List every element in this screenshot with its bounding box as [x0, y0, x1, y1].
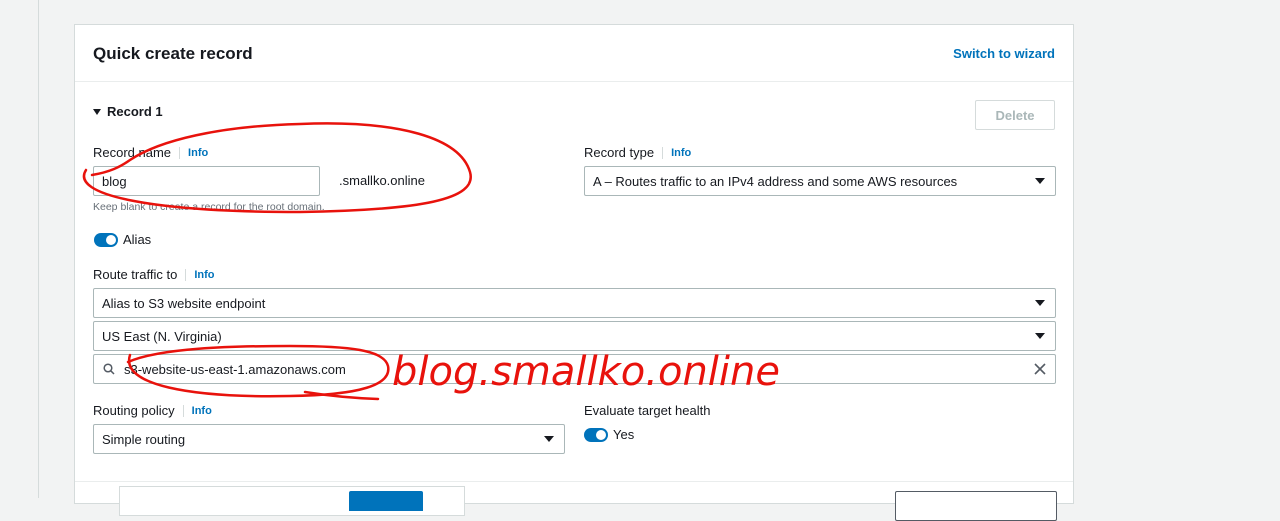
- route-traffic-label-text: Route traffic to: [93, 267, 178, 282]
- endpoint-search-input[interactable]: s3-website-us-east-1.amazonaws.com: [93, 354, 1056, 384]
- evaluate-health-toggle[interactable]: [584, 428, 608, 442]
- chevron-down-icon: [1035, 333, 1045, 339]
- record-type-info-link[interactable]: Info: [662, 146, 691, 159]
- routing-policy-label: Routing policy Info: [93, 403, 212, 418]
- chevron-down-icon: [1035, 300, 1045, 306]
- left-sidebar-strip: [0, 0, 39, 498]
- bottom-secondary-button-partial[interactable]: [895, 491, 1057, 521]
- alias-label: Alias: [123, 232, 152, 247]
- chevron-down-icon: [544, 436, 554, 442]
- domain-suffix: .smallko.online: [339, 173, 425, 188]
- record-name-label-text: Record name: [93, 145, 172, 160]
- quick-create-panel: Quick create record Switch to wizard Rec…: [74, 24, 1074, 521]
- close-icon[interactable]: [1033, 362, 1047, 376]
- region-value: US East (N. Virginia): [102, 328, 222, 344]
- panel-header: Quick create record Switch to wizard: [75, 25, 1073, 82]
- endpoint-value: s3-website-us-east-1.amazonaws.com: [124, 361, 346, 377]
- record-type-value: A – Routes traffic to an IPv4 address an…: [593, 173, 958, 189]
- bottom-primary-button-partial[interactable]: [349, 491, 423, 511]
- route-traffic-info-link[interactable]: Info: [185, 268, 214, 281]
- record-section-label: Record 1: [107, 104, 163, 119]
- chevron-down-icon: [1035, 178, 1045, 184]
- record-name-info-link[interactable]: Info: [179, 146, 208, 159]
- endpoint-type-value: Alias to S3 website endpoint: [102, 295, 266, 311]
- region-select[interactable]: US East (N. Virginia): [93, 321, 1056, 351]
- route-traffic-label: Route traffic to Info: [93, 267, 214, 282]
- delete-button[interactable]: Delete: [975, 100, 1055, 130]
- record-section-toggle[interactable]: Record 1: [93, 104, 163, 119]
- routing-policy-select[interactable]: Simple routing: [93, 424, 565, 454]
- alias-toggle[interactable]: [94, 233, 118, 247]
- caret-down-icon: [93, 108, 101, 115]
- evaluate-health-toggle-label: Yes: [613, 427, 635, 442]
- record-type-label-text: Record type: [584, 145, 655, 160]
- endpoint-type-select[interactable]: Alias to S3 website endpoint: [93, 288, 1056, 318]
- switch-to-wizard-link[interactable]: Switch to wizard: [953, 46, 1055, 61]
- evaluate-health-label: Evaluate target health: [584, 403, 711, 418]
- record-name-input[interactable]: blog: [93, 166, 320, 196]
- record-name-hint: Keep blank to create a record for the ro…: [93, 201, 325, 213]
- record-type-select[interactable]: A – Routes traffic to an IPv4 address an…: [584, 166, 1056, 196]
- routing-policy-info-link[interactable]: Info: [182, 404, 212, 417]
- panel-title: Quick create record: [93, 44, 253, 63]
- record-type-label: Record type Info: [584, 145, 691, 160]
- search-icon: [103, 363, 115, 375]
- record-name-label: Record name Info: [93, 145, 208, 160]
- routing-policy-value: Simple routing: [102, 431, 186, 447]
- routing-policy-label-text: Routing policy: [93, 403, 175, 418]
- bottom-divider: [75, 481, 1073, 482]
